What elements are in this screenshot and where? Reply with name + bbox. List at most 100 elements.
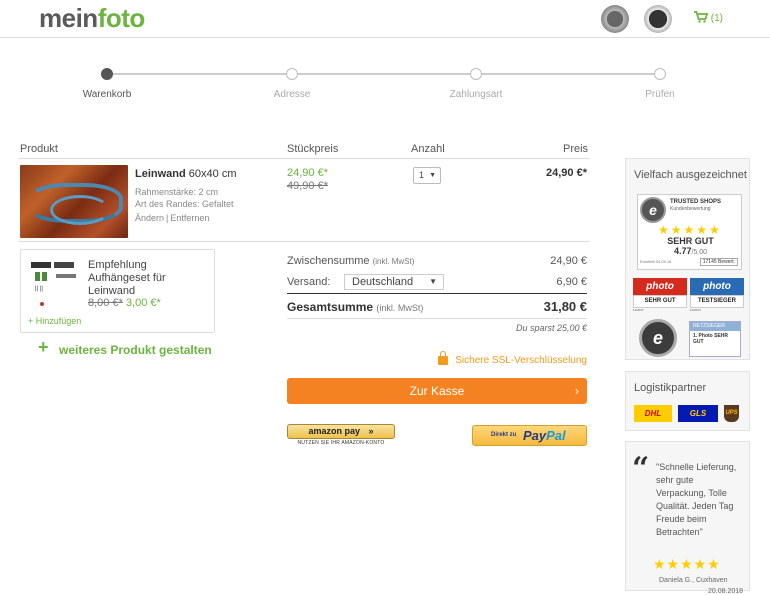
row-total: 24,90 €* [546, 167, 587, 179]
col-header-price: Preis [563, 143, 589, 155]
table-header-divider [18, 158, 590, 159]
total-tax-note: (inkl. MwSt) [376, 303, 424, 313]
product-size: 60x40 cm [188, 168, 237, 180]
edit-link[interactable]: Ändern [135, 213, 164, 223]
product-actions: Ändern | Entfernen [135, 213, 209, 223]
remove-link[interactable]: Entfernen [170, 213, 209, 223]
ts-header: TRUSTED SHOPS [670, 199, 722, 205]
trusted-shops-rating[interactable]: e TRUSTED SHOPS Kundenbewertung ★★★★★ SE… [637, 194, 742, 270]
award-date: 11/2017 [633, 308, 644, 312]
dhl-logo: DHL [634, 405, 672, 422]
add-recommendation-button[interactable]: + Hinzufügen [28, 316, 81, 326]
amazon-pay-button[interactable]: amazon pay » NUTZEN SIE IHR AMAZON-KONTO [287, 424, 395, 447]
amazon-pay-subtext: NUTZEN SIE IHR AMAZON-KONTO [297, 440, 385, 446]
shipping-country-select[interactable]: Deutschland ▼ [344, 274, 444, 290]
unit-price-old: 49,90 €* [287, 180, 328, 192]
step-label-zahlungsart: Zahlungsart [449, 89, 503, 100]
ts-footer: Ermittelt 04.09.18 [640, 259, 672, 264]
gls-logo: GLS [678, 405, 718, 422]
svg-text:|| ||: || || [35, 286, 43, 292]
trusted-shops-badge-icon[interactable] [644, 5, 672, 33]
subtotal-label-text: Zwischensumme [287, 255, 370, 267]
step-dot-zahlungsart [470, 68, 482, 80]
subtotal-value: 24,90 € [550, 255, 587, 267]
design-more-label: weiteres Produkt gestalten [59, 343, 212, 357]
total-divider [287, 318, 587, 319]
product-meta-edge: Art des Randes: Gefaltet [135, 199, 234, 209]
total-label-text: Gesamtsumme [287, 300, 374, 314]
cart-icon [694, 11, 709, 23]
netzsieger-badge: NETZSIEGER 1. Photo SEHR GUT [689, 321, 741, 357]
chevron-down-icon: ▼ [429, 172, 436, 179]
testimonial-panel: “ "Schnelle Lieferung, sehr gute Verpack… [625, 441, 750, 595]
logo[interactable]: meinfoto [39, 3, 145, 34]
awards-panel: Vielfach ausgezeichnet e TRUSTED SHOPS K… [625, 158, 750, 360]
recommendation-label: Empfehlung [88, 259, 147, 271]
shipping-value: 6,90 € [556, 276, 587, 288]
paypal-button[interactable]: Direkt zu PayPal [472, 425, 587, 446]
recommendation-name-line1: Aufhängeset für [88, 272, 166, 284]
trusted-shops-guarantee-seal-icon[interactable]: e [639, 319, 677, 357]
recommendation-price: 8,00 €* 3,00 €* [88, 297, 161, 309]
ts-score: 4.77/5.00 [638, 246, 743, 256]
award-brand: photo [690, 278, 744, 295]
recommendation-price-old: 8,00 €* [88, 297, 123, 309]
product-title: Leinwand [135, 168, 186, 180]
award-text: SEHR GUT [633, 295, 687, 308]
progress-track [107, 73, 660, 75]
netzsieger-text: 1. Photo SEHR GUT [693, 333, 729, 345]
cart-button[interactable]: (1) [694, 11, 723, 24]
netzsieger-header: NETZSIEGER [690, 322, 740, 331]
award-date: 11/2014 [690, 308, 701, 312]
logistics-panel: Logistikpartner DHL GLS UPS [625, 371, 750, 431]
trusted-shops-seal-icon: e [640, 197, 666, 223]
step-dot-pruefen [654, 68, 666, 80]
hanging-set-image[interactable]: || || [30, 260, 78, 310]
step-label-pruefen: Prüfen [645, 89, 675, 100]
row-divider [18, 241, 590, 242]
recommendation-title: Empfehlung Aufhängeset für Leinwand [88, 259, 208, 298]
quote-icon: “ [632, 451, 650, 486]
ssl-text: Sichere SSL-Verschlüsselung [455, 355, 587, 366]
awards-title: Vielfach ausgezeichnet [634, 169, 747, 181]
testimonial-stars: ★★★★★ [653, 556, 721, 572]
col-header-product: Produkt [20, 143, 58, 155]
shipping-country-value: Deutschland [352, 276, 414, 288]
subtotal-tax-note: (inkl. MwSt) [372, 257, 415, 266]
ts-score-max: /5.00 [691, 249, 708, 256]
quantity-select[interactable]: 1 ▼ [413, 167, 441, 184]
ts-review-count: 17145 Bewert. [699, 258, 738, 266]
paypal-logo-pay: Pay [523, 428, 547, 443]
product-name: Leinwand 60x40 cm [135, 168, 237, 180]
testimonial-text: "Schnelle Lieferung, sehr gute Verpackun… [656, 462, 737, 537]
award-photo-sehr-gut: photo SEHR GUT 11/2017 [633, 278, 687, 312]
award-brand: photo [633, 278, 687, 295]
paypal-logo: PayPal [523, 428, 566, 443]
product-meta-frame: Rahmenstärke: 2 cm [135, 187, 219, 197]
recommendation-price-new: 3,00 €* [125, 297, 161, 309]
award-badge-icon[interactable] [601, 5, 629, 33]
award-text: TESTSIEGER [690, 295, 744, 308]
product-thumbnail[interactable] [20, 165, 128, 238]
ts-score-value: 4.77 [673, 246, 692, 256]
subtotal-label: Zwischensumme (inkl. MwSt) [287, 255, 414, 267]
shipping-label: Versand: [287, 276, 331, 288]
design-more-product-link[interactable]: + weiteres Produkt gestalten [38, 337, 212, 357]
checkout-button[interactable]: Zur Kasse › [287, 378, 587, 404]
link-separator: | [166, 213, 169, 223]
total-value: 31,80 € [543, 299, 587, 314]
award-photo-testsieger: photo TESTSIEGER 11/2014 [690, 278, 744, 312]
ssl-notice: Sichere SSL-Verschlüsselung [438, 351, 587, 366]
double-chevron-icon: » [368, 426, 374, 436]
ups-logo: UPS [724, 405, 739, 422]
amazon-pay-label: amazon pay [308, 426, 360, 436]
step-label-warenkorb: Warenkorb [82, 89, 132, 100]
unit-price-new: 24,90 €* [287, 167, 328, 179]
chevron-down-icon: ▼ [429, 277, 437, 286]
quantity-value: 1 [419, 170, 425, 180]
total-label: Gesamtsumme (inkl. MwSt) [287, 300, 423, 314]
logo-text-main: mein [39, 3, 98, 33]
step-dot-warenkorb [101, 68, 113, 80]
checkout-label: Zur Kasse [409, 384, 465, 398]
ts-grade: SEHR GUT [667, 236, 714, 246]
